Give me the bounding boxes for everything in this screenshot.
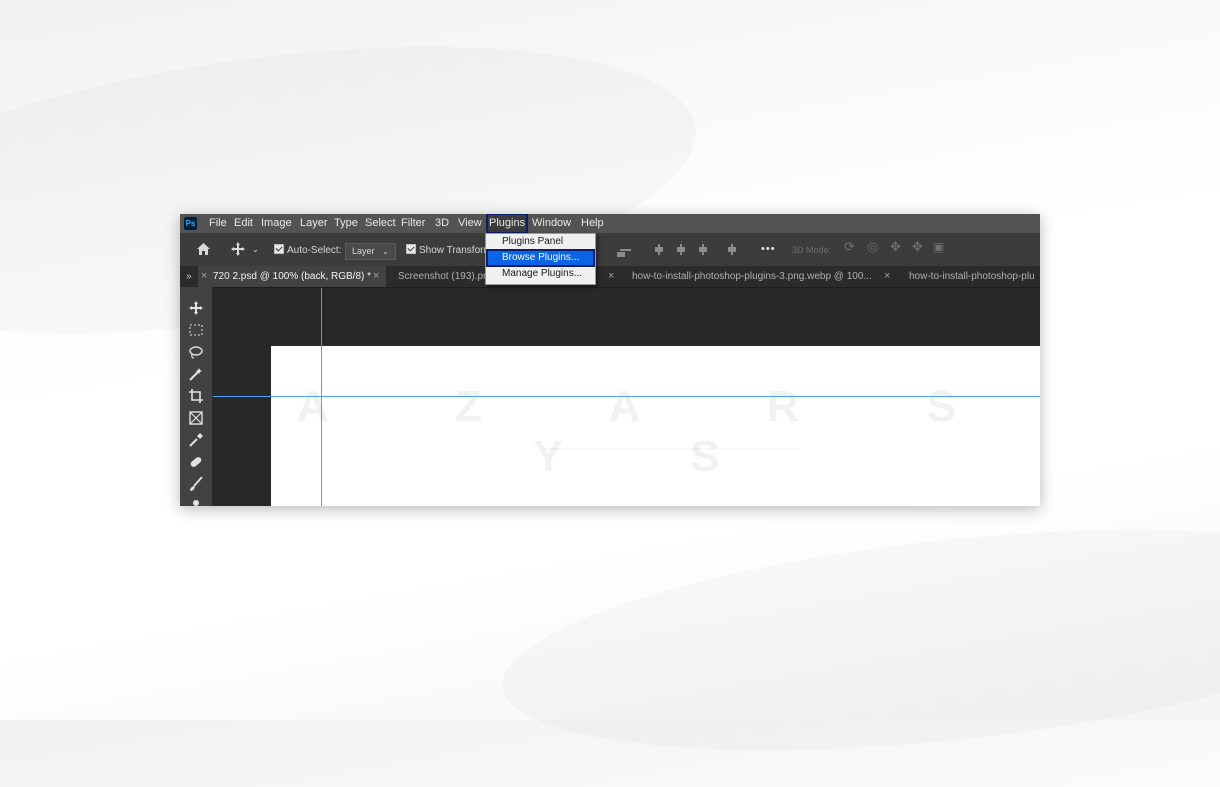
background-swoosh (492, 494, 1220, 787)
show-transform-toggle[interactable]: Show Transform (406, 244, 492, 257)
close-icon[interactable]: × (373, 266, 379, 287)
menu-select[interactable]: Select (365, 214, 396, 233)
3d-pan-icon[interactable]: ✥ (890, 240, 901, 253)
menu-edit[interactable]: Edit (234, 214, 253, 233)
tab-title: Screenshot (193).png (398, 271, 495, 282)
clone-stamp-tool-icon[interactable] (187, 498, 205, 506)
options-bar: ⌄ Auto-Select: Layer ⌄ Show Transform ••… (180, 233, 1040, 266)
menu-item-plugins-panel[interactable]: Plugins Panel (487, 234, 594, 250)
canvas-watermark-line: ———————————————— (543, 440, 799, 457)
move-tool-icon[interactable] (231, 242, 245, 256)
vertical-guide[interactable] (321, 288, 322, 506)
menu-file[interactable]: File (209, 214, 227, 233)
magic-wand-tool-icon[interactable] (187, 366, 205, 382)
document-tab-active[interactable]: × 720 2.psd @ 100% (back, RGB/8) * × (198, 266, 386, 287)
close-icon[interactable]: × (608, 266, 614, 287)
document-canvas[interactable]: A Z A R S Y S ———————————————— (271, 346, 1040, 506)
auto-select-dropdown[interactable]: Layer ⌄ (345, 243, 396, 260)
show-transform-checkbox[interactable] (406, 244, 416, 254)
menu-item-browse-plugins[interactable]: Browse Plugins... (486, 249, 595, 267)
3d-orbit-icon[interactable]: ⟳ (844, 240, 855, 253)
menu-image[interactable]: Image (261, 214, 292, 233)
menu-item-manage-plugins[interactable]: Manage Plugins... (487, 266, 594, 282)
photoshop-logo-icon: Ps (184, 217, 197, 230)
horizontal-guide[interactable] (213, 396, 1040, 397)
brush-tool-icon[interactable] (187, 476, 205, 492)
document-tab[interactable]: how-to-install-photoshop-plugins-3.png.w… (632, 266, 882, 287)
menu-bar: Ps File Edit Image Layer Type Select Fil… (180, 214, 1040, 234)
align-vertical-center-icon[interactable] (677, 244, 685, 255)
menu-view[interactable]: View (458, 214, 482, 233)
align-top-icon[interactable] (655, 244, 663, 255)
tabs-overflow-chevron-icon[interactable]: » (186, 266, 192, 287)
3d-slide-icon[interactable]: ✥ (912, 240, 923, 253)
menu-plugins[interactable]: Plugins (485, 214, 529, 234)
tools-panel (180, 287, 213, 506)
photoshop-window: Ps File Edit Image Layer Type Select Fil… (180, 214, 1040, 506)
auto-select-value: Layer (352, 246, 375, 256)
auto-select-label: Auto-Select: (287, 245, 342, 256)
menu-layer[interactable]: Layer (300, 214, 328, 233)
document-tab-bar: » × 720 2.psd @ 100% (back, RGB/8) * × S… (180, 266, 1040, 288)
menu-type[interactable]: Type (334, 214, 358, 233)
tab-title: 720 2.psd @ 100% (back, RGB/8) * (213, 271, 372, 282)
chevron-down-icon: ⌄ (382, 247, 389, 256)
lasso-tool-icon[interactable] (187, 344, 205, 360)
align-bottom-icon[interactable] (699, 244, 707, 255)
healing-brush-tool-icon[interactable] (187, 454, 205, 470)
3d-mode-label: 3D Mode: (792, 245, 832, 255)
auto-select-toggle[interactable]: Auto-Select: (274, 244, 341, 257)
more-options-icon[interactable]: ••• (761, 243, 776, 255)
3d-roll-icon[interactable]: ◎ (867, 240, 878, 253)
canvas-watermark: A Z A R S Y S (296, 382, 1015, 481)
menu-window[interactable]: Window (532, 214, 571, 233)
distribute-vertical-icon[interactable] (728, 244, 736, 255)
crop-tool-icon[interactable] (187, 388, 205, 404)
document-tab[interactable]: how-to-install-photoshop-plu (909, 266, 1040, 287)
distribute-icon[interactable] (617, 249, 631, 257)
home-icon[interactable] (196, 242, 211, 256)
frame-tool-icon[interactable] (187, 410, 205, 426)
menu-filter[interactable]: Filter (401, 214, 425, 233)
move-tool-icon[interactable] (187, 300, 205, 316)
show-transform-label: Show Transform (419, 245, 492, 256)
menu-help[interactable]: Help (581, 214, 604, 233)
close-icon[interactable]: × (201, 266, 207, 287)
close-icon[interactable]: × (884, 266, 890, 287)
marquee-tool-icon[interactable] (187, 322, 205, 338)
auto-select-checkbox[interactable] (274, 244, 284, 254)
eyedropper-tool-icon[interactable] (187, 432, 205, 448)
menu-3d[interactable]: 3D (435, 214, 449, 233)
tab-title: how-to-install-photoshop-plugins-3.png.w… (632, 271, 872, 282)
chevron-down-icon[interactable]: ⌄ (252, 244, 259, 256)
3d-camera-icon[interactable]: ▣ (933, 241, 944, 253)
plugins-menu-dropdown: Plugins Panel Browse Plugins... Manage P… (485, 233, 596, 285)
tab-title: how-to-install-photoshop-plu (909, 271, 1035, 282)
